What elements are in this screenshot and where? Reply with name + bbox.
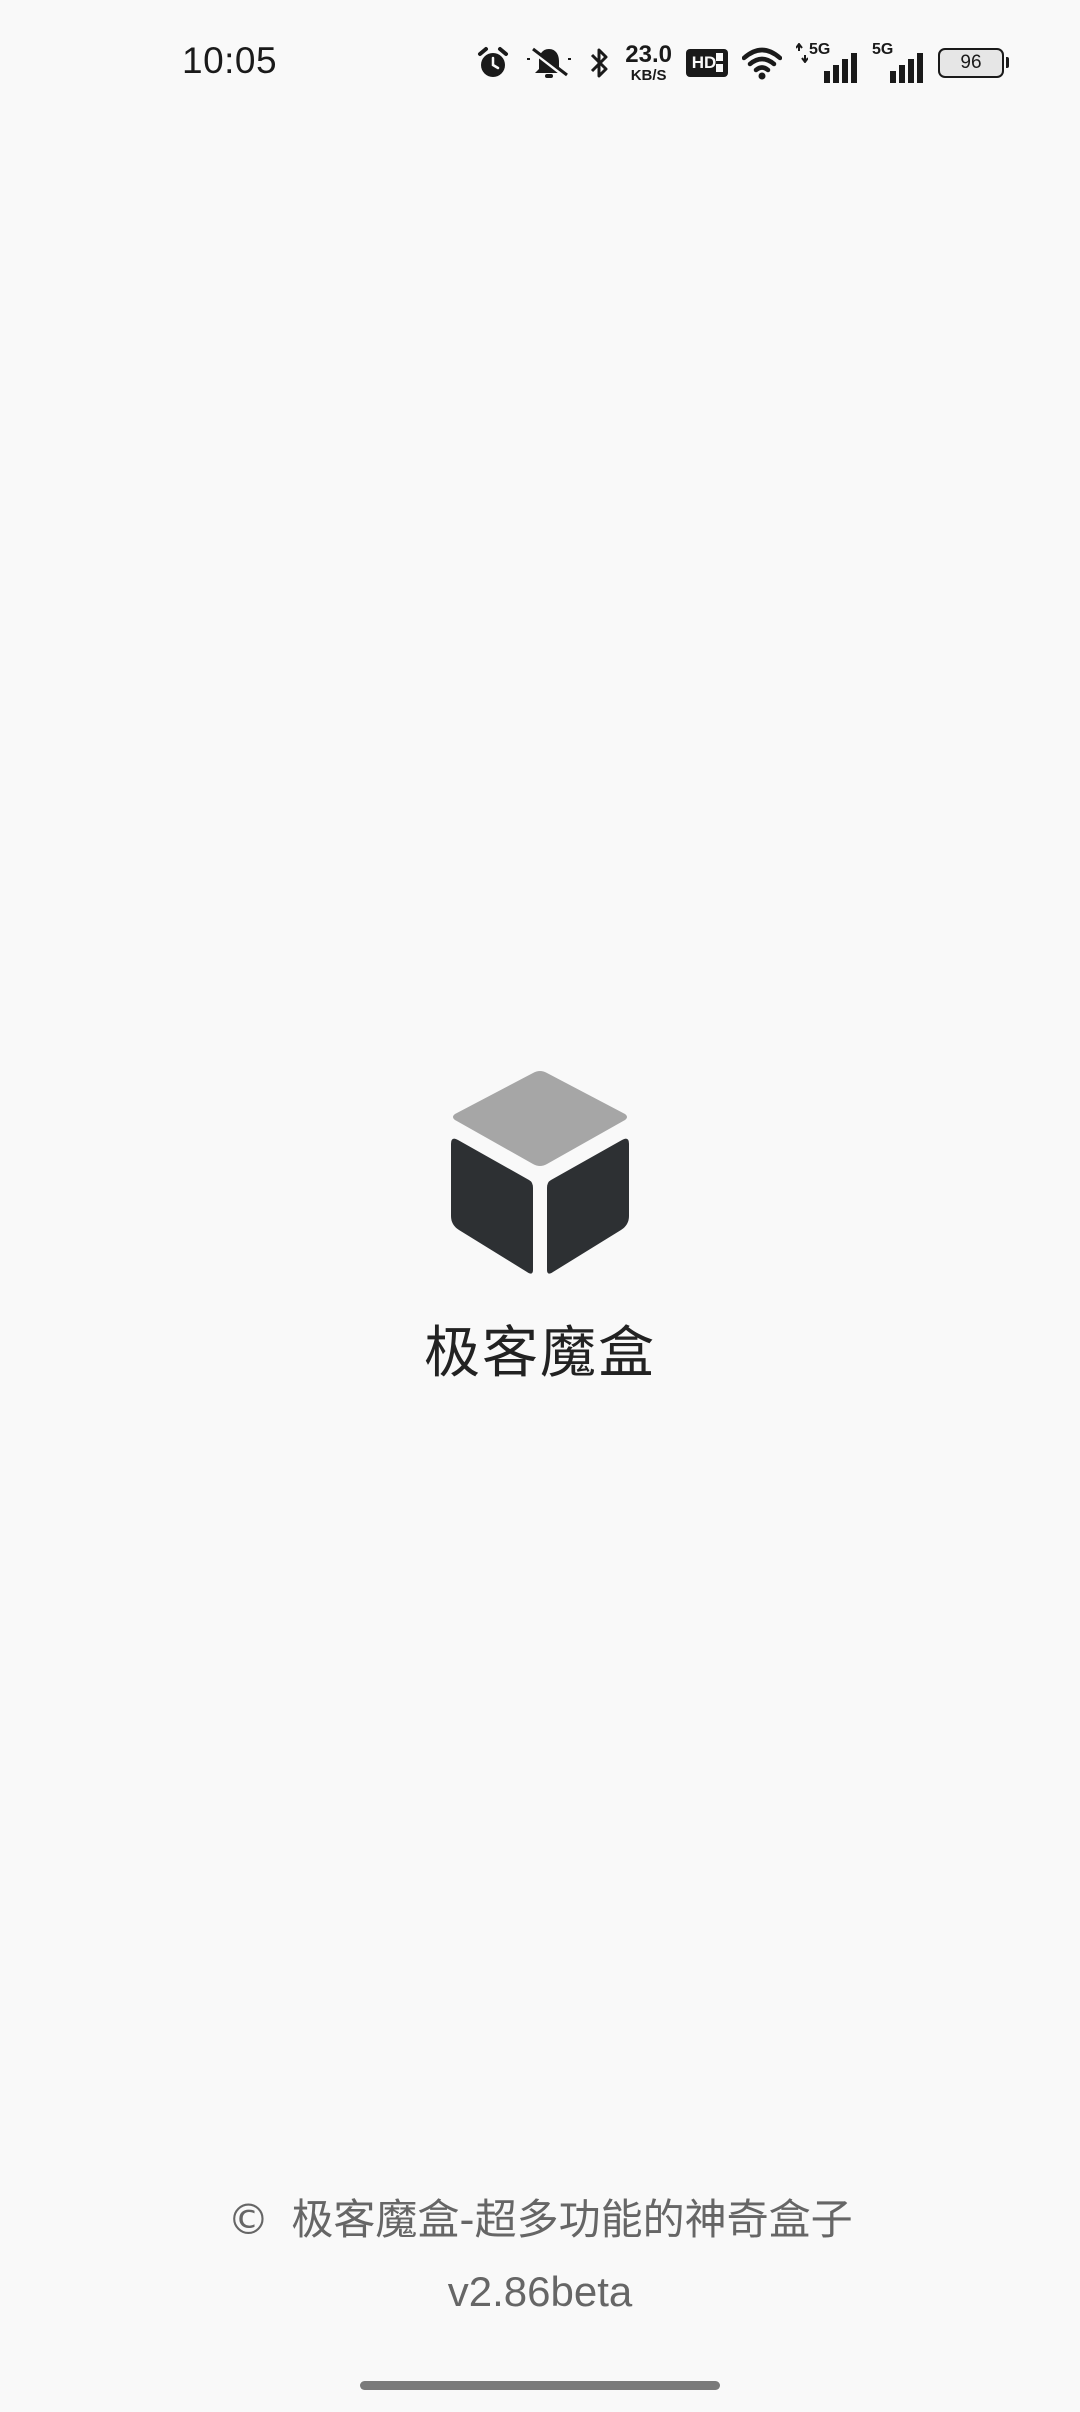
hd-label: HD	[691, 53, 717, 72]
network-speed-value: 23.0	[625, 41, 672, 68]
hd-voice-icon: HD	[686, 38, 728, 88]
network-speed-unit: KB/S	[630, 67, 667, 84]
status-bar: 10:05 23.0 KB/S HD 5G 5G 96	[0, 0, 1080, 126]
mute-icon	[525, 38, 573, 88]
bluetooth-icon	[587, 38, 611, 88]
app-branding: 极客魔盒	[0, 1070, 1080, 1389]
status-icons: 23.0 KB/S HD 5G 5G 96	[475, 38, 1009, 88]
app-name: 极客魔盒	[424, 1321, 656, 1386]
footer: © 极客魔盒-超多功能的神奇盒子 v2.86beta	[0, 2190, 1080, 2322]
wifi-icon	[742, 38, 782, 88]
alarm-icon	[475, 38, 511, 88]
signal-5g-icon: 5G	[796, 38, 858, 88]
battery-level: 96	[938, 48, 1009, 78]
app-version: v2.86beta	[447, 2268, 633, 2315]
copyright-symbol: ©	[227, 2195, 270, 2244]
network-speed: 23.0 KB/S	[625, 38, 672, 88]
signal-5g-icon: 5G	[872, 38, 924, 88]
cube-logo-icon	[451, 1071, 629, 1274]
status-time: 10:05	[182, 40, 278, 81]
splash-screen: 10:05 23.0 KB/S HD 5G 5G 96 极客魔盒 © 极客魔盒-…	[0, 0, 1080, 2412]
footer-copyright: © 极客魔盒-超多功能的神奇盒子	[0, 2190, 1080, 2250]
footer-tagline: 极客魔盒-超多功能的神奇盒子	[291, 2195, 853, 2244]
home-indicator[interactable]	[360, 2381, 720, 2390]
battery-icon: 96	[938, 38, 1009, 88]
